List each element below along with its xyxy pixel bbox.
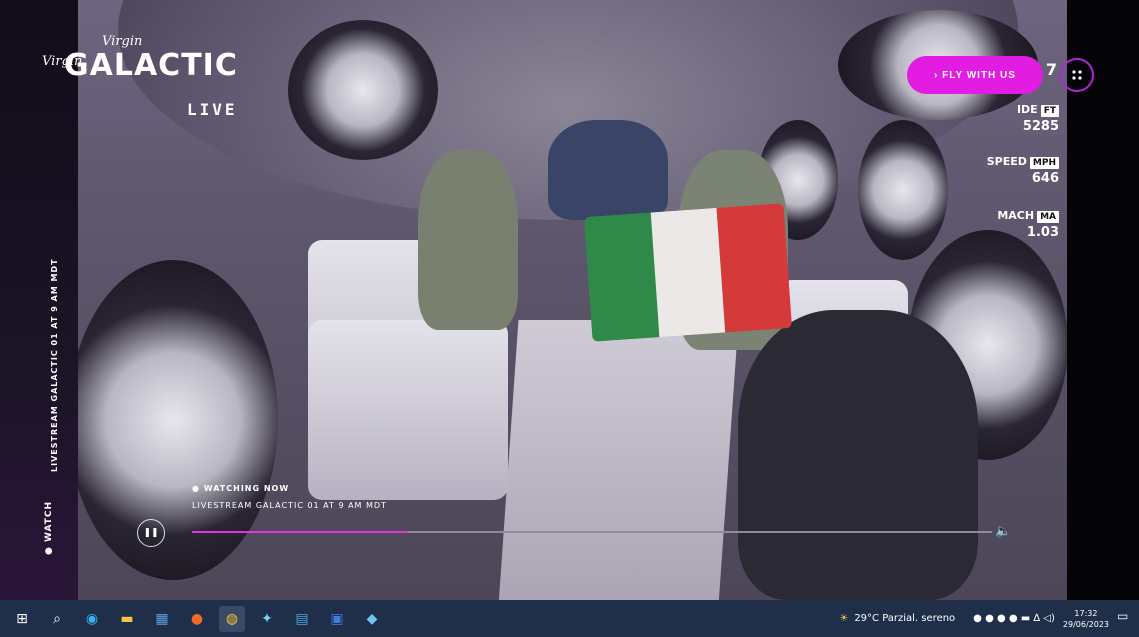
logo-title: GALACTIC — [64, 48, 238, 83]
app-icon[interactable]: ✦ — [254, 606, 280, 632]
telemetry-speed: SPEED MPH 646 — [987, 150, 1059, 186]
clock[interactable]: 17:32 29/06/2023 — [1063, 608, 1109, 630]
photos-icon[interactable]: ◆ — [359, 606, 385, 632]
mach-unit: MA — [1037, 211, 1059, 223]
telemetry-mach: MACH MA 1.03 — [997, 204, 1059, 240]
word-icon[interactable]: ▣ — [324, 606, 350, 632]
tray-icons[interactable]: ● ● ● ● ▬ ∆ ◁) — [973, 613, 1055, 624]
fly-with-us-button[interactable]: › FLY WITH US — [907, 56, 1043, 94]
firefox-icon[interactable]: ● — [184, 606, 210, 632]
watch-link[interactable]: ● WATCH — [44, 501, 54, 555]
grid-dots-icon[interactable] — [1060, 58, 1094, 92]
speed-unit: MPH — [1029, 157, 1059, 169]
mach-label: MACH — [997, 209, 1035, 222]
taskbar: ⊞ ⌕ ◉ ▬ ▦ ● ◍ ✦ ▤ ▣ ◆ ☀ 29°C Parzial. se… — [0, 600, 1139, 637]
vertical-stream-title: LIVESTREAM GALACTIC 01 AT 9 AM MDT — [50, 258, 59, 472]
windows-start-icon[interactable]: ⊞ — [9, 606, 35, 632]
search-icon[interactable]: ⌕ — [44, 606, 70, 632]
watching-now-label: ● WATCHING NOW — [192, 484, 290, 493]
system-tray: ☀ 29°C Parzial. sereno ● ● ● ● ▬ ∆ ◁) 17… — [833, 600, 1139, 637]
logo-script: Virgin — [102, 34, 143, 49]
weather-text[interactable]: 29°C Parzial. sereno — [854, 613, 955, 624]
altitude-unit: FT — [1040, 105, 1059, 117]
progress-fill — [192, 531, 408, 533]
stream-title: LIVESTREAM GALACTIC 01 AT 9 AM MDT — [192, 501, 387, 510]
edge-icon[interactable]: ◉ — [79, 606, 105, 632]
clock-date: 29/06/2023 — [1062, 619, 1109, 629]
mach-value: 1.03 — [1026, 225, 1059, 240]
calendar-icon[interactable]: ▤ — [289, 606, 315, 632]
file-explorer-icon[interactable]: ▬ — [114, 606, 140, 632]
logo-live: LIVE — [187, 100, 238, 119]
clock-time: 17:32 — [1074, 608, 1098, 618]
top-value: 7 — [1045, 60, 1057, 79]
virgin-galactic-logo: Virgin Virgin GALACTIC — [42, 34, 238, 83]
altitude-value: 5285 — [1022, 119, 1059, 134]
altitude-label: IDE — [1016, 103, 1038, 116]
logo-script-shadow: Virgin — [42, 54, 83, 69]
store-icon[interactable]: ▦ — [149, 606, 175, 632]
video-player[interactable]: Virgin Virgin GALACTIC LIVE › FLY WITH U… — [0, 0, 1139, 600]
telemetry-altitude: IDE FT 5285 — [1017, 98, 1059, 134]
progress-bar[interactable] — [192, 531, 992, 533]
pause-icon[interactable]: ❚❚ — [137, 519, 165, 547]
speed-value: 646 — [1031, 171, 1059, 186]
left-sidebar — [0, 0, 78, 600]
volume-icon[interactable]: 🔈 — [995, 524, 1011, 539]
chrome-icon[interactable]: ◍ — [219, 605, 245, 632]
notification-icon[interactable]: ▭ — [1117, 609, 1133, 625]
speed-label: SPEED — [986, 155, 1027, 168]
weather-icon: ☀ — [839, 613, 849, 624]
telemetry-top-value: 7 — [1046, 60, 1057, 79]
